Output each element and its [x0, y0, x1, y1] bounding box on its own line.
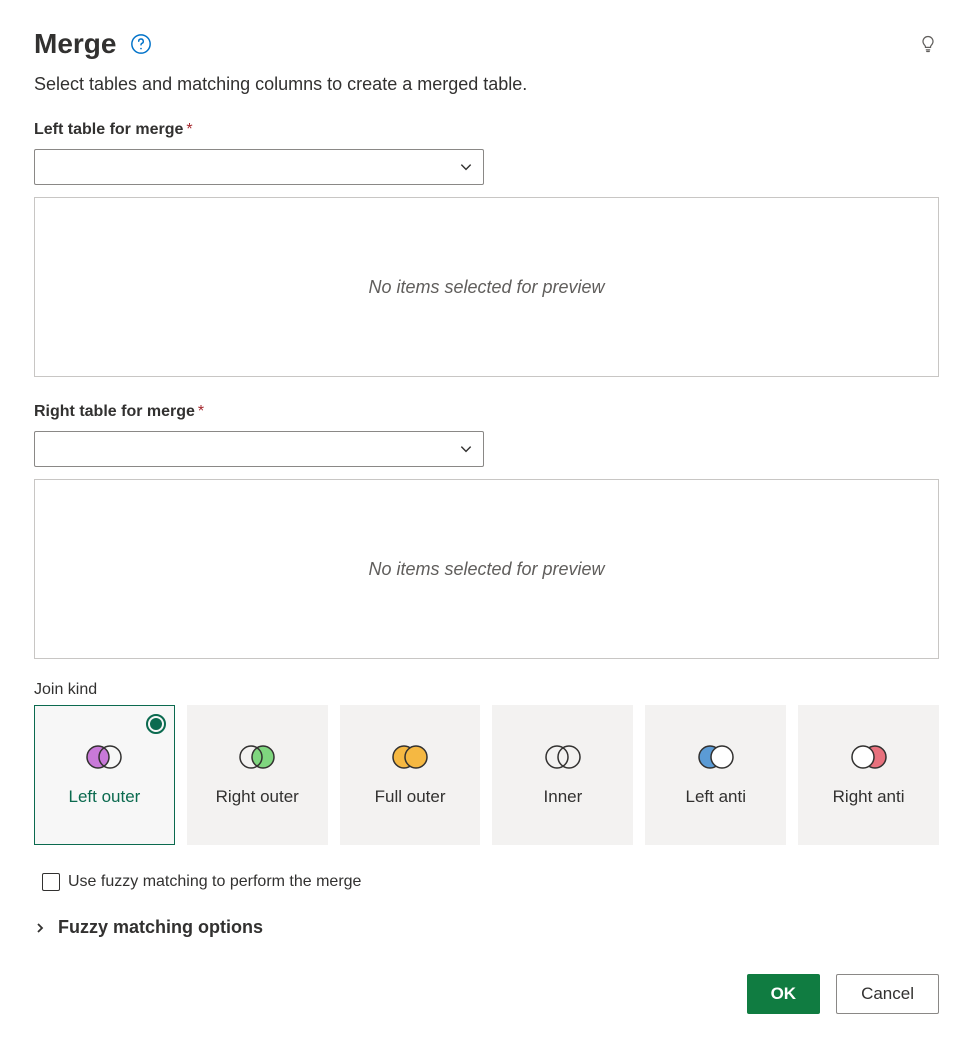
header-row: Merge	[34, 28, 939, 60]
venn-left-outer-icon	[82, 743, 126, 771]
join-inner[interactable]: Inner	[492, 705, 633, 845]
left-preview-placeholder: No items selected for preview	[368, 277, 604, 298]
dialog-title: Merge	[34, 28, 116, 60]
right-table-dropdown[interactable]	[34, 431, 484, 467]
fuzzy-expander-label: Fuzzy matching options	[58, 917, 263, 938]
right-table-label-text: Right table for merge	[34, 403, 195, 420]
left-table-dropdown[interactable]	[34, 149, 484, 185]
join-card-label: Inner	[544, 787, 583, 807]
fuzzy-checkbox-row: Use fuzzy matching to perform the merge	[34, 873, 939, 891]
venn-inner-icon	[541, 743, 585, 771]
right-preview-placeholder: No items selected for preview	[368, 559, 604, 580]
venn-right-anti-icon	[847, 743, 891, 771]
join-card-label: Right outer	[216, 787, 299, 807]
chevron-down-icon	[459, 442, 473, 456]
venn-full-outer-icon	[388, 743, 432, 771]
chevron-down-icon	[459, 160, 473, 174]
right-table-label: Right table for merge*	[34, 403, 939, 421]
join-full-outer[interactable]: Full outer	[340, 705, 481, 845]
merge-dialog: Merge Select tables and matching columns…	[0, 0, 973, 1044]
dialog-subtitle: Select tables and matching columns to cr…	[34, 74, 939, 95]
join-left-anti[interactable]: Left anti	[645, 705, 786, 845]
venn-left-anti-icon	[694, 743, 738, 771]
right-table-preview: No items selected for preview	[34, 479, 939, 659]
join-right-outer[interactable]: Right outer	[187, 705, 328, 845]
left-table-label-text: Left table for merge	[34, 121, 183, 138]
dialog-footer: OK Cancel	[34, 974, 939, 1014]
cancel-button[interactable]: Cancel	[836, 974, 939, 1014]
ok-button[interactable]: OK	[747, 974, 821, 1014]
join-card-label: Left outer	[69, 787, 141, 807]
join-card-label: Full outer	[375, 787, 446, 807]
left-table-label: Left table for merge*	[34, 121, 939, 139]
fuzzy-options-expander[interactable]: Fuzzy matching options	[34, 917, 939, 938]
lightbulb-icon[interactable]	[917, 33, 939, 55]
fuzzy-checkbox-label: Use fuzzy matching to perform the merge	[68, 873, 361, 891]
venn-right-outer-icon	[235, 743, 279, 771]
join-right-anti[interactable]: Right anti	[798, 705, 939, 845]
chevron-right-icon	[34, 922, 46, 934]
left-table-preview: No items selected for preview	[34, 197, 939, 377]
join-kind-grid: Left outer Right outer Full outer	[34, 705, 939, 845]
required-indicator: *	[186, 121, 192, 138]
join-left-outer[interactable]: Left outer	[34, 705, 175, 845]
join-card-label: Right anti	[833, 787, 905, 807]
join-kind-label: Join kind	[34, 681, 939, 699]
fuzzy-checkbox[interactable]	[42, 873, 60, 891]
join-card-label: Left anti	[685, 787, 746, 807]
required-indicator: *	[198, 403, 204, 420]
help-icon[interactable]	[130, 33, 152, 55]
selected-radio-icon	[146, 714, 166, 734]
header-left: Merge	[34, 28, 152, 60]
